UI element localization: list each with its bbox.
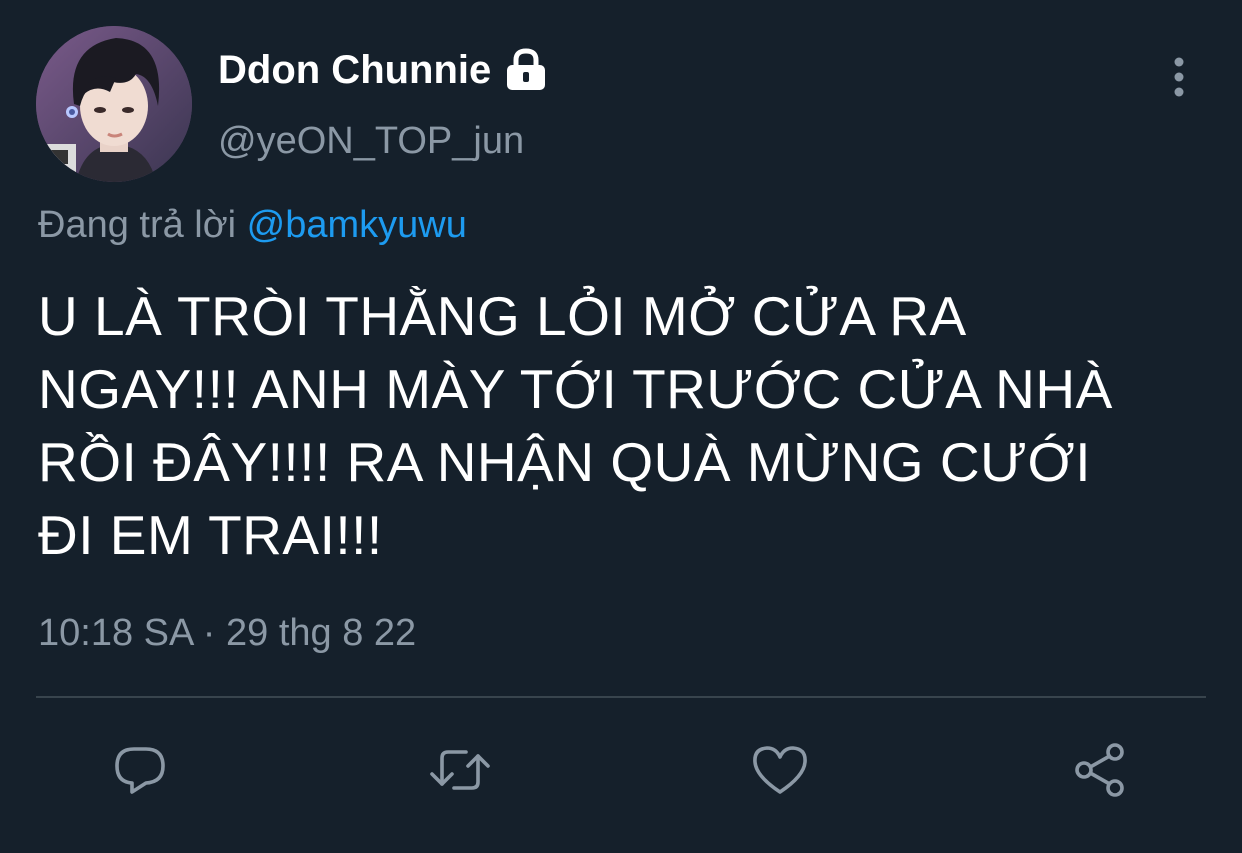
- reply-prefix: Đang trả lời: [38, 204, 237, 246]
- divider: [36, 696, 1206, 698]
- like-button[interactable]: [748, 738, 812, 802]
- tweet-timestamp[interactable]: 10:18 SA · 29 thg 8 22: [38, 612, 416, 655]
- lock-icon: [503, 48, 549, 92]
- heart-icon: [753, 746, 807, 794]
- reply-mention-link[interactable]: @bamkyuwu: [247, 204, 467, 246]
- reply-context: Đang trả lời @bamkyuwu: [38, 204, 467, 247]
- retweet-icon: [430, 750, 490, 790]
- user-handle[interactable]: @yeON_TOP_jun: [218, 120, 524, 163]
- avatar-image: [36, 26, 192, 182]
- retweet-button[interactable]: [428, 738, 492, 802]
- share-button[interactable]: [1068, 738, 1132, 802]
- tweet-detail: Ddon Chunnie @yeON_TOP_jun Đang trả lời …: [0, 0, 1242, 853]
- comment-icon: [115, 747, 165, 794]
- more-vertical-icon[interactable]: [1166, 56, 1192, 98]
- avatar[interactable]: [36, 26, 192, 182]
- reply-button[interactable]: [108, 738, 172, 802]
- display-name-row: Ddon Chunnie: [218, 44, 549, 96]
- display-name[interactable]: Ddon Chunnie: [218, 48, 491, 93]
- share-icon: [1075, 743, 1124, 797]
- tweet-text: U LÀ TRÒI THẰNG LỎI MỞ CỬA RA NGAY!!! AN…: [38, 285, 1113, 566]
